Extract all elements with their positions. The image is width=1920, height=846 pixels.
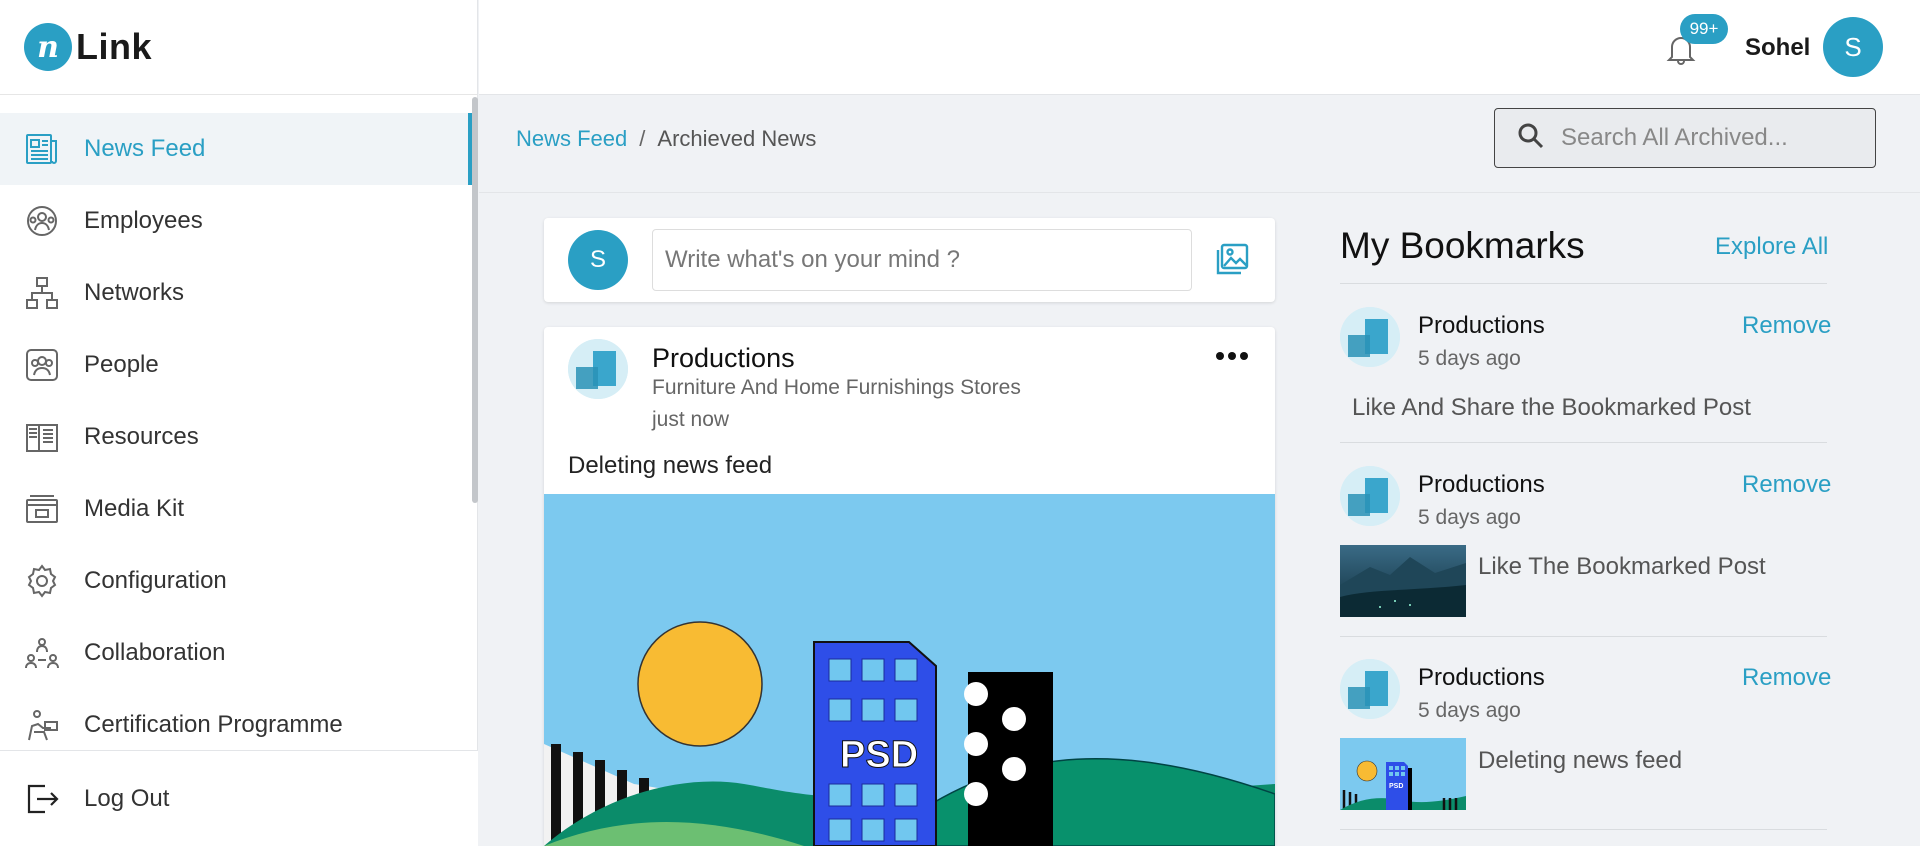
bookmark-thumbnail[interactable] [1340, 545, 1466, 617]
sidebar-item-label: Certification Programme [84, 711, 343, 738]
app-logo[interactable]: n Link [0, 0, 477, 95]
breadcrumb: News Feed / Archieved News [516, 126, 816, 152]
breadcrumb-bar: News Feed / Archieved News [479, 96, 1920, 193]
top-bar: 99+ Sohel S [479, 0, 1920, 95]
remove-bookmark-button[interactable]: Remove [1742, 312, 1831, 340]
bookmark-thumbnail[interactable]: PSD [1340, 738, 1466, 810]
breadcrumb-current: Archieved News [657, 126, 817, 151]
bookmark-author[interactable]: Productions [1418, 471, 1545, 499]
post-image[interactable]: PSD [544, 494, 1275, 846]
sidebar-item-resources[interactable]: Resources [0, 401, 472, 473]
logout-icon [24, 781, 60, 817]
sidebar-item-label: News Feed [84, 135, 206, 162]
network-icon [24, 275, 60, 311]
composer-input[interactable] [652, 229, 1192, 291]
logo-text: Link [76, 26, 153, 67]
explore-all-link[interactable]: Explore All [1715, 233, 1828, 261]
bookmark-time: 5 days ago [1418, 699, 1521, 722]
post-timestamp: just now [652, 408, 730, 431]
media-kit-icon [24, 491, 60, 527]
post-text: Deleting news feed [568, 452, 773, 479]
bookmark-text: Like And Share the Bookmarked Post [1352, 394, 1751, 421]
sidebar-item-label: Networks [84, 279, 185, 306]
bookmark-text: Deleting news feed [1478, 747, 1683, 774]
breadcrumb-separator: / [639, 126, 646, 151]
search-icon [1517, 122, 1545, 155]
bookmark-author-avatar [1340, 659, 1400, 719]
composer-avatar: S [568, 230, 628, 290]
logout-button[interactable]: Log Out [0, 750, 478, 846]
sidebar-item-label: Configuration [84, 567, 227, 594]
book-icon [24, 419, 60, 455]
bookmark-text: Like The Bookmarked Post [1478, 553, 1766, 580]
bookmark-item[interactable]: Productions 5 days ago Remove Like The B… [1340, 466, 1831, 636]
bookmark-thumbnail-label: PSD [1389, 783, 1403, 790]
sidebar-item-label: Resources [84, 423, 199, 450]
post-author-industry: Furniture And Home Furnishings Stores [652, 376, 1021, 399]
gear-icon [24, 563, 60, 599]
remove-bookmark-button[interactable]: Remove [1742, 664, 1831, 692]
post-author-avatar[interactable] [568, 339, 628, 399]
bookmark-author[interactable]: Productions [1418, 312, 1545, 340]
sidebar-item-label: Employees [84, 207, 203, 234]
logout-label: Log Out [84, 784, 170, 812]
bookmark-item[interactable]: Productions 5 days ago Remove Like And S… [1340, 307, 1831, 442]
post-composer: S [544, 218, 1275, 302]
post-image-label: PSD [840, 734, 918, 776]
more-options-icon[interactable] [1212, 341, 1252, 371]
sidebar: n Link News Feed Employees Networks Peop… [0, 0, 478, 846]
bookmark-author-avatar [1340, 307, 1400, 367]
divider [1340, 829, 1827, 830]
sidebar-item-employees[interactable]: Employees [0, 185, 472, 257]
sidebar-item-news-feed[interactable]: News Feed [0, 113, 472, 185]
bookmarks-title: My Bookmarks [1340, 225, 1585, 266]
sidebar-item-networks[interactable]: Networks [0, 257, 472, 329]
sidebar-item-people[interactable]: People [0, 329, 472, 401]
notification-badge: 99+ [1680, 14, 1728, 44]
sidebar-item-collaboration[interactable]: Collaboration [0, 617, 472, 689]
sidebar-scrollbar[interactable] [472, 97, 478, 503]
people-icon [24, 347, 60, 383]
divider [1340, 442, 1827, 443]
remove-bookmark-button[interactable]: Remove [1742, 471, 1831, 499]
user-avatar[interactable]: S [1823, 17, 1883, 77]
post-author-name[interactable]: Productions [652, 343, 795, 374]
search-input[interactable] [1561, 124, 1861, 152]
newspaper-icon [24, 131, 60, 167]
breadcrumb-news-feed-link[interactable]: News Feed [516, 126, 627, 152]
bookmark-time: 5 days ago [1418, 506, 1521, 529]
bookmark-item[interactable]: Productions 5 days ago Remove PSD Deleti… [1340, 659, 1831, 829]
employees-icon [24, 203, 60, 239]
news-post: Productions Furniture And Home Furnishin… [544, 327, 1275, 846]
sidebar-nav: News Feed Employees Networks People Reso… [0, 113, 472, 761]
add-image-icon[interactable] [1215, 242, 1251, 278]
sidebar-item-configuration[interactable]: Configuration [0, 545, 472, 617]
divider [1340, 283, 1827, 284]
bookmark-author-avatar [1340, 466, 1400, 526]
certification-icon [24, 707, 60, 743]
logo-mark: n [24, 23, 72, 71]
user-name[interactable]: Sohel [1745, 34, 1810, 62]
divider [1340, 636, 1827, 637]
sidebar-item-label: People [84, 351, 159, 378]
bookmark-time: 5 days ago [1418, 347, 1521, 370]
search-box[interactable] [1494, 108, 1876, 168]
collaboration-icon [24, 635, 60, 671]
bookmark-author[interactable]: Productions [1418, 664, 1545, 692]
sidebar-item-media-kit[interactable]: Media Kit [0, 473, 472, 545]
sidebar-item-label: Media Kit [84, 495, 185, 522]
sidebar-item-label: Collaboration [84, 639, 226, 666]
